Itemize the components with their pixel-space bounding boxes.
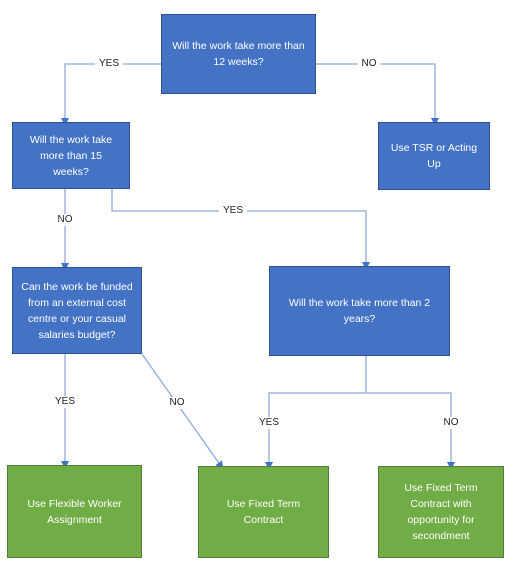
label-q12-yes: YES — [94, 58, 124, 70]
connector-q15-yes — [111, 189, 370, 270]
decision-2-years: Will the work take more than 2 years? — [269, 266, 450, 356]
outcome-flexible-worker: Use Flexible Worker Assignment — [7, 465, 142, 558]
connector-q12-no — [316, 63, 439, 126]
label-2y-no: NO — [439, 417, 463, 429]
label-funded-no: NO — [165, 397, 189, 409]
outcome-tsr-acting-up: Use TSR or Acting Up — [378, 122, 490, 190]
decision-12-weeks: Will the work take more than 12 weeks? — [161, 14, 316, 94]
label-funded-yes: YES — [50, 396, 80, 408]
connector-q12-yes — [61, 63, 161, 126]
connector-2y-no — [366, 392, 455, 470]
decision-funded: Can the work be funded from an external … — [12, 267, 142, 354]
label-q15-yes: YES — [218, 205, 248, 217]
label-q15-no: NO — [53, 214, 77, 226]
outcome-fixed-term: Use Fixed Term Contract — [198, 466, 329, 558]
label-q12-no: NO — [357, 58, 381, 70]
connector-2y-yes — [265, 392, 366, 470]
connector-funded-no — [141, 353, 224, 470]
outcome-fixed-term-secondment: Use Fixed Term Contract with opportunity… — [378, 466, 504, 558]
label-2y-yes: YES — [254, 417, 284, 429]
decision-15-weeks: Will the work take more than 15 weeks? — [12, 122, 130, 189]
